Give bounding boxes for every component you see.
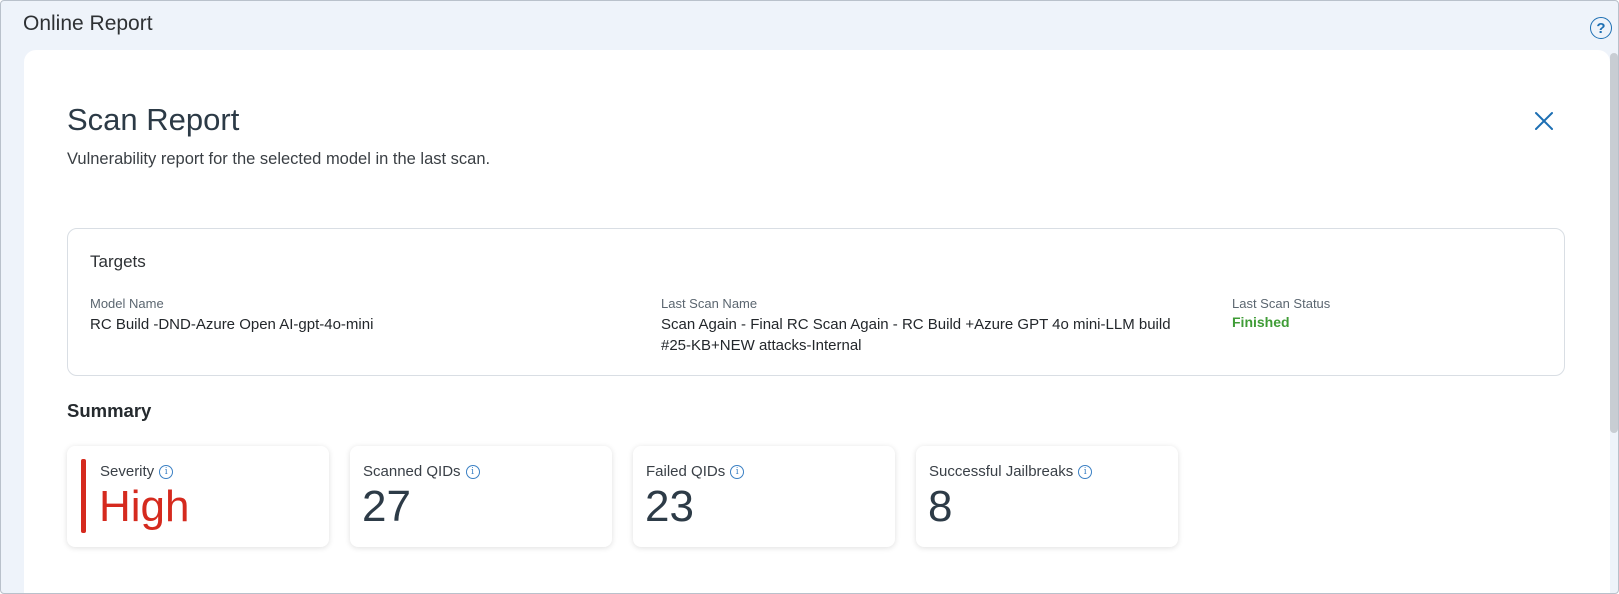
severity-tile-label: Severity i <box>100 463 174 480</box>
severity-indicator-bar <box>81 459 86 533</box>
scanned-qids-tile: Scanned QIDs i 27 <box>350 446 612 547</box>
report-window: Online Report ? Scan Report Vulnerabilit… <box>0 0 1619 594</box>
severity-value: High <box>99 482 190 531</box>
targets-card: Targets Model Name RC Build -DND-Azure O… <box>67 228 1565 376</box>
model-name-label: Model Name <box>90 296 164 311</box>
window-titlebar: Online Report ? <box>1 1 1618 49</box>
report-panel: Scan Report Vulnerability report for the… <box>24 50 1610 593</box>
scanned-qids-label-text: Scanned QIDs <box>363 463 461 480</box>
info-icon[interactable]: i <box>465 465 480 479</box>
last-scan-status-value: Finished <box>1232 314 1290 330</box>
model-name-field: Model Name RC Build -DND-Azure Open AI-g… <box>90 296 630 335</box>
last-scan-name-label: Last Scan Name <box>661 296 758 311</box>
vertical-scrollbar[interactable] <box>1610 53 1618 433</box>
successful-jailbreaks-tile: Successful Jailbreaks i 8 <box>916 446 1178 547</box>
failed-qids-tile: Failed QIDs i 23 <box>633 446 895 547</box>
scanned-qids-tile-label: Scanned QIDs i <box>363 463 480 480</box>
model-name-value: RC Build -DND-Azure Open AI-gpt-4o-mini <box>90 316 374 333</box>
help-icon[interactable]: ? <box>1590 17 1612 39</box>
failed-qids-value: 23 <box>645 482 694 531</box>
severity-label-text: Severity <box>100 463 155 480</box>
last-scan-status-field: Last Scan Status Finished <box>1232 296 1532 330</box>
failed-qids-label-text: Failed QIDs <box>646 463 726 480</box>
info-icon[interactable]: i <box>159 465 174 479</box>
close-button[interactable] <box>1532 109 1556 133</box>
summary-heading: Summary <box>67 400 152 421</box>
page-subtitle: Vulnerability report for the selected mo… <box>67 150 491 168</box>
window-title: Online Report <box>23 12 153 35</box>
last-scan-name-value: Scan Again - Final RC Scan Again - RC Bu… <box>661 316 1171 354</box>
failed-qids-tile-label: Failed QIDs i <box>646 463 745 480</box>
successful-jailbreaks-label-text: Successful Jailbreaks <box>929 463 1074 480</box>
page-title: Scan Report <box>67 102 240 137</box>
scanned-qids-value: 27 <box>362 482 411 531</box>
severity-tile: Severity i High <box>67 446 329 547</box>
last-scan-name-field: Last Scan Name Scan Again - Final RC Sca… <box>661 296 1191 356</box>
successful-jailbreaks-value: 8 <box>928 482 953 531</box>
close-icon <box>1535 112 1553 130</box>
info-icon[interactable]: i <box>1078 465 1093 479</box>
successful-jailbreaks-tile-label: Successful Jailbreaks i <box>929 463 1093 480</box>
targets-heading: Targets <box>90 252 146 271</box>
info-icon[interactable]: i <box>730 465 745 479</box>
last-scan-status-label: Last Scan Status <box>1232 296 1331 311</box>
